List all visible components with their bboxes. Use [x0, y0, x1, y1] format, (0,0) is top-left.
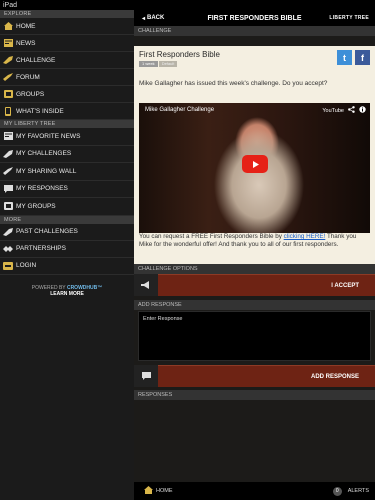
section-label-responses: RESPONSES: [134, 390, 375, 400]
sidebar-item-groups[interactable]: GROUPS: [0, 86, 134, 103]
play-button[interactable]: [242, 155, 268, 173]
share-icon[interactable]: [348, 106, 355, 115]
login-icon: [3, 261, 13, 270]
carrier-label: iPad: [3, 1, 18, 9]
youtube-logo: YouTube: [322, 107, 344, 114]
bottom-bar: HOME 0 ALERTS: [134, 482, 375, 500]
sidebar-item-my-challenges[interactable]: MY CHALLENGES: [0, 146, 134, 163]
facebook-share-button[interactable]: f: [355, 50, 370, 65]
challenge-footer-text: You can request a FREE First Responders …: [139, 233, 370, 249]
twitter-share-button[interactable]: t: [337, 50, 352, 65]
sidebar-item-forum[interactable]: FORUM: [0, 69, 134, 86]
challenge-icon: [3, 56, 13, 65]
main-panel: ◂ BACK FIRST RESPONDERS BIBLE LIBERTY TR…: [134, 10, 375, 500]
section-label-add-response: ADD RESPONSE: [134, 300, 375, 310]
sidebar-item-label: MY SHARING WALL: [16, 167, 77, 175]
megaphone-icon: [134, 274, 158, 296]
status-bar: iPad: [0, 0, 375, 10]
sidebar-item-label: WHAT'S INSIDE: [16, 107, 64, 115]
video-player[interactable]: Mike Gallagher Challenge YouTube: [139, 103, 370, 233]
home-icon: [3, 22, 13, 31]
add-response-button[interactable]: ADD RESPONSE: [158, 365, 375, 387]
tag-duration: 1 week: [139, 61, 158, 67]
footer-text-pre: You can request a FREE First Responders …: [139, 233, 284, 240]
sidebar-item-login[interactable]: LOGIN: [0, 258, 134, 275]
news-icon: [3, 39, 13, 48]
sidebar-item-past-challenges[interactable]: PAST CHALLENGES: [0, 224, 134, 241]
partnership-icon: [3, 244, 13, 253]
home-icon: [144, 486, 153, 496]
info-icon[interactable]: [359, 106, 366, 115]
sidebar-item-label: PARTNERSHIPS: [16, 245, 66, 252]
request-bible-link[interactable]: clicking HERE!: [284, 233, 326, 240]
accept-row: I ACCEPT: [134, 274, 375, 296]
challenge-description: Mike Gallagher has issued this week's ch…: [139, 80, 328, 87]
groups-icon: [3, 202, 13, 211]
section-header-more: MORE: [0, 215, 134, 224]
sidebar-item-label: MY CHALLENGES: [16, 150, 72, 158]
sidebar-item-my-sharing-wall[interactable]: MY SHARING WALL: [0, 163, 134, 181]
section-header-my-liberty-tree: MY LIBERTY TREE: [0, 120, 134, 128]
video-title: Mike Gallagher Challenge: [145, 107, 215, 113]
add-response-row: ADD RESPONSE: [134, 365, 375, 387]
challenge-title: First Responders Bible: [139, 50, 220, 59]
groups-icon: [3, 90, 13, 99]
video-toolbar: YouTube: [322, 106, 366, 115]
response-input[interactable]: Enter Response: [138, 311, 371, 361]
section-label-challenge: CHALLENGE: [134, 26, 375, 36]
bottom-home-button[interactable]: HOME: [144, 486, 173, 496]
sidebar-item-label: NEWS: [16, 39, 36, 47]
responses-icon: [3, 184, 13, 193]
share-buttons: t f: [337, 50, 370, 65]
forum-icon: [3, 73, 13, 82]
sidebar-item-label: CHALLENGE: [16, 56, 56, 64]
sidebar-item-label: GROUPS: [16, 90, 45, 98]
sidebar-item-my-favorite-news[interactable]: MY FAVORITE NEWS: [0, 128, 134, 146]
bottom-home-label: HOME: [156, 488, 173, 494]
top-bar: ◂ BACK FIRST RESPONDERS BIBLE LIBERTY TR…: [134, 10, 375, 26]
challenge-icon: [3, 227, 13, 236]
learn-more-link[interactable]: LEARN MORE: [50, 291, 84, 297]
sidebar-item-whats-inside[interactable]: WHAT'S INSIDE: [0, 103, 134, 120]
section-header-explore: EXPLORE: [0, 10, 134, 18]
challenge-tags: 1 week Default: [139, 61, 370, 67]
sidebar-item-label: MY GROUPS: [16, 202, 56, 210]
comment-icon: [134, 365, 158, 387]
sidebar-item-news[interactable]: NEWS: [0, 35, 134, 52]
section-label-challenge-options: CHALLENGE OPTIONS: [134, 264, 375, 274]
alerts-button[interactable]: 0 ALERTS: [332, 486, 369, 496]
sidebar-item-label: HOME: [16, 22, 36, 30]
news-icon: [3, 132, 13, 141]
sidebar-item-my-groups[interactable]: MY GROUPS: [0, 198, 134, 216]
sidebar-item-label: PAST CHALLENGES: [16, 228, 78, 235]
sidebar-item-partnerships[interactable]: PARTNERSHIPS: [0, 241, 134, 258]
challenge-icon: [3, 149, 13, 158]
alerts-label: ALERTS: [347, 488, 369, 494]
powered-by: POWERED BY CROWDHUB™ LEARN MORE: [0, 285, 134, 297]
sidebar-item-label: FORUM: [16, 73, 40, 81]
tag-type: Default: [158, 61, 178, 67]
sidebar-item-home[interactable]: HOME: [0, 18, 134, 35]
phone-icon: [3, 106, 13, 116]
alerts-count-badge: 0: [332, 486, 342, 496]
sidebar-item-label: MY FAVORITE NEWS: [16, 132, 81, 140]
page-title: FIRST RESPONDERS BIBLE: [207, 14, 302, 22]
wall-icon: [3, 167, 13, 176]
sidebar-item-my-responses[interactable]: MY RESPONSES: [0, 181, 134, 198]
accept-button[interactable]: I ACCEPT: [158, 274, 375, 296]
sidebar: EXPLORE HOME NEWS CHALLENGE FORUM GROUPS: [0, 10, 134, 500]
play-icon: [252, 160, 259, 168]
sidebar-item-label: MY RESPONSES: [16, 185, 68, 193]
sidebar-item-label: LOGIN: [16, 262, 37, 269]
sidebar-item-challenge[interactable]: CHALLENGE: [0, 52, 134, 69]
